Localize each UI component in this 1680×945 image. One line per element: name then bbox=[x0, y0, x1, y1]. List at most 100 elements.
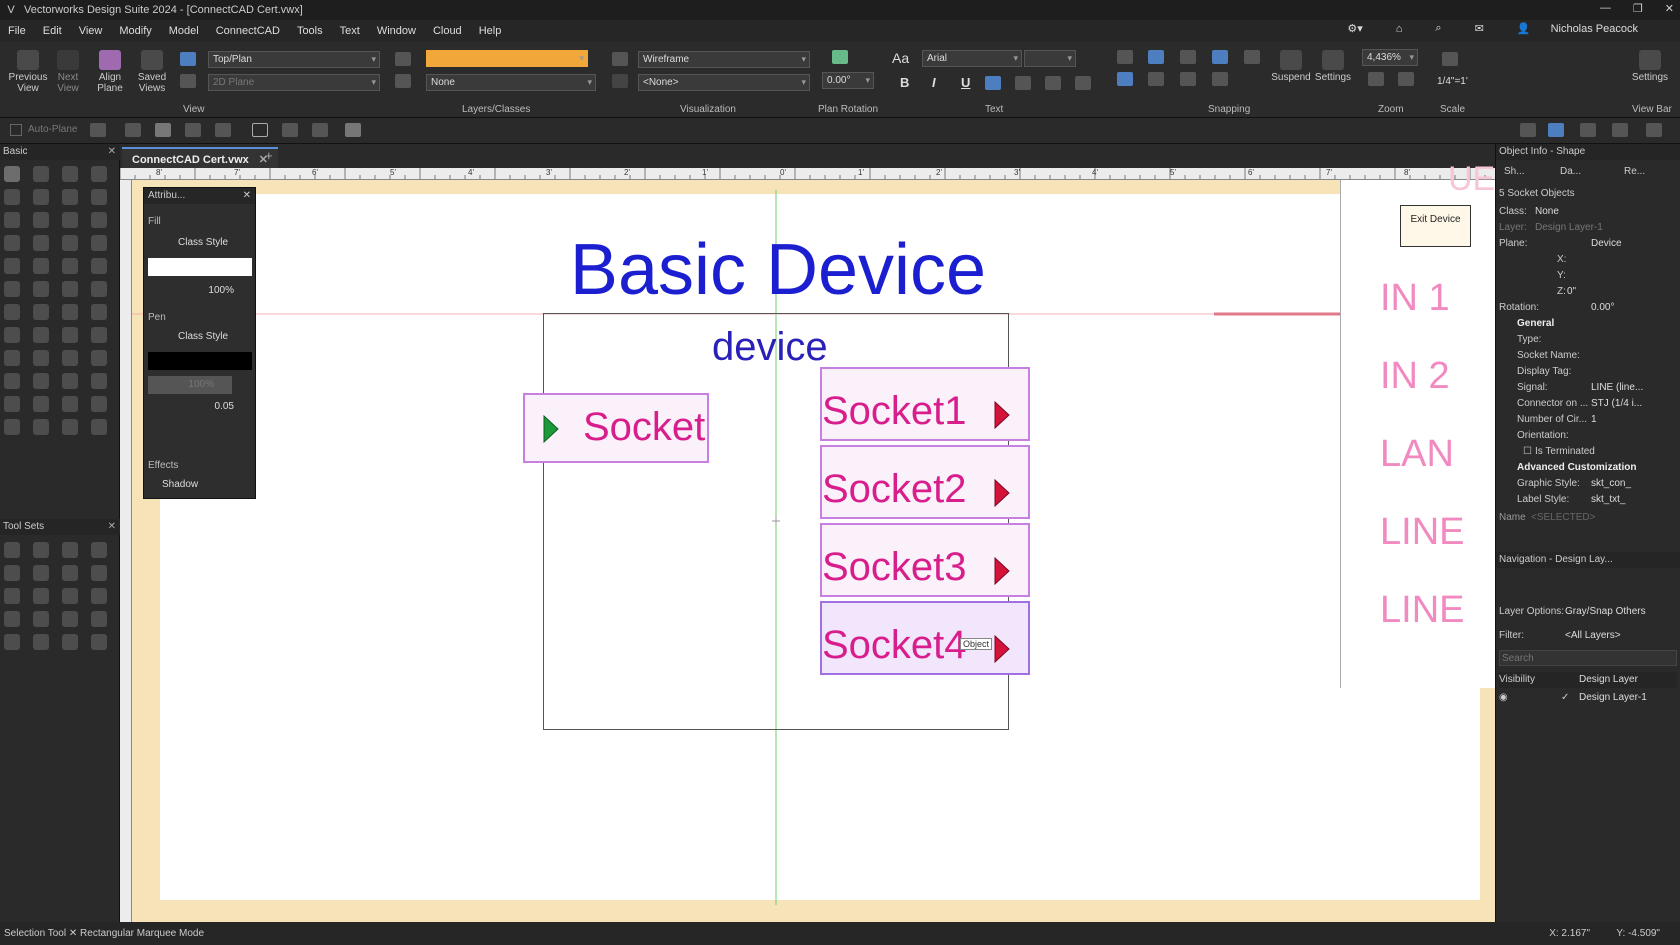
tool-icon[interactable] bbox=[91, 166, 107, 182]
name-field[interactable]: <SELECTED> bbox=[1531, 510, 1595, 526]
tool-icon[interactable] bbox=[91, 396, 107, 412]
signal-select[interactable]: LINE (line... bbox=[1591, 380, 1643, 396]
connector-select[interactable]: STJ (1/4 i... bbox=[1591, 396, 1642, 412]
tool-icon[interactable] bbox=[4, 281, 20, 297]
class-select[interactable]: None bbox=[426, 74, 596, 91]
pen-weight[interactable]: 0.05 bbox=[148, 398, 252, 416]
tool-icon[interactable] bbox=[91, 327, 107, 343]
tool-icon[interactable] bbox=[62, 304, 78, 320]
tool-icon[interactable] bbox=[4, 350, 20, 366]
user-account[interactable]: 👤 Nicholas Peacock bbox=[1517, 22, 1655, 35]
tool-icon[interactable] bbox=[4, 189, 20, 205]
tool-icon[interactable] bbox=[4, 396, 20, 412]
tool-icon[interactable] bbox=[62, 419, 78, 435]
minimize-icon[interactable]: — bbox=[1600, 2, 1611, 15]
close-icon[interactable]: ✕ bbox=[1665, 2, 1674, 15]
view-cube-icon[interactable] bbox=[1612, 123, 1628, 137]
tool-icon[interactable] bbox=[33, 166, 49, 182]
restore-icon[interactable]: ❐ bbox=[1633, 2, 1643, 15]
tool-icon[interactable] bbox=[62, 542, 78, 558]
tool-icon[interactable] bbox=[91, 565, 107, 581]
snap-distance-icon[interactable] bbox=[1244, 50, 1260, 64]
close-icon[interactable]: ✕ bbox=[243, 188, 251, 204]
tool-icon[interactable] bbox=[62, 166, 78, 182]
fill-opacity[interactable]: 100% bbox=[148, 282, 252, 300]
scale-icon[interactable] bbox=[1442, 52, 1458, 66]
align-right-icon[interactable] bbox=[1045, 76, 1061, 90]
tool-icon[interactable] bbox=[33, 304, 49, 320]
selection-mode-3-icon[interactable] bbox=[185, 123, 201, 137]
socket-2[interactable]: Socket2 bbox=[820, 445, 1030, 519]
snap-working-plane-icon[interactable] bbox=[1212, 72, 1228, 86]
tool-icon[interactable] bbox=[33, 542, 49, 558]
justify-icon[interactable] bbox=[1075, 76, 1091, 90]
tool-icon[interactable] bbox=[4, 588, 20, 604]
add-tab-button[interactable]: + bbox=[265, 148, 273, 163]
menu-window[interactable]: Window bbox=[377, 25, 416, 37]
align-center-icon[interactable] bbox=[1015, 76, 1031, 90]
tool-icon[interactable] bbox=[62, 235, 78, 251]
terminated-row[interactable]: ☐ Is Terminated bbox=[1499, 444, 1677, 460]
tool-icon[interactable] bbox=[4, 166, 20, 182]
tool-icon[interactable] bbox=[33, 611, 49, 627]
menu-text[interactable]: Text bbox=[340, 25, 360, 37]
tool-icon[interactable] bbox=[33, 350, 49, 366]
fit-to-window-icon[interactable] bbox=[1368, 72, 1384, 86]
tool-icon[interactable] bbox=[4, 611, 20, 627]
eye-icon[interactable]: ◉ bbox=[1499, 690, 1508, 706]
menu-tools[interactable]: Tools bbox=[297, 25, 323, 37]
layer-select[interactable] bbox=[426, 50, 588, 67]
tool-icon[interactable] bbox=[4, 565, 20, 581]
pen-color-swatch[interactable] bbox=[148, 352, 252, 370]
auto-plane-checkbox[interactable] bbox=[10, 124, 22, 136]
tool-icon[interactable] bbox=[62, 373, 78, 389]
saved-views-button[interactable]: Saved Views bbox=[132, 50, 172, 94]
tool-icon[interactable] bbox=[33, 419, 49, 435]
view-select[interactable]: Top/Plan bbox=[208, 51, 380, 68]
view-crosshair-icon[interactable] bbox=[1520, 123, 1536, 137]
snap-grid-icon[interactable] bbox=[1117, 50, 1133, 64]
tool-icon[interactable] bbox=[62, 327, 78, 343]
exit-device-button[interactable]: Exit Device bbox=[1400, 205, 1471, 247]
tool-icon[interactable] bbox=[91, 350, 107, 366]
pen-style-select[interactable]: Class Style bbox=[148, 328, 252, 346]
font-select[interactable]: Arial bbox=[922, 50, 1022, 67]
selection-options-icon[interactable] bbox=[345, 123, 361, 137]
view-bar-settings-button[interactable]: Settings bbox=[1628, 50, 1672, 83]
layer-search-input[interactable] bbox=[1499, 650, 1677, 666]
tool-icon[interactable] bbox=[33, 235, 49, 251]
tool-icon[interactable] bbox=[62, 258, 78, 274]
tool-icon[interactable] bbox=[33, 189, 49, 205]
polygon-marquee-icon[interactable] bbox=[312, 123, 328, 137]
tool-icon[interactable] bbox=[62, 212, 78, 228]
selection-mode-4-icon[interactable] bbox=[215, 123, 231, 137]
snap-smart-icon[interactable] bbox=[1148, 72, 1164, 86]
tool-icon[interactable] bbox=[91, 235, 107, 251]
layer-options-select[interactable]: Gray/Snap Others bbox=[1565, 604, 1646, 620]
view-settings-icon[interactable] bbox=[1646, 123, 1662, 137]
tool-icon[interactable] bbox=[4, 419, 20, 435]
tool-icon[interactable] bbox=[62, 634, 78, 650]
tool-icon[interactable] bbox=[33, 327, 49, 343]
close-icon[interactable]: ✕ bbox=[108, 144, 116, 160]
tool-icon[interactable] bbox=[62, 611, 78, 627]
tool-icon[interactable] bbox=[62, 189, 78, 205]
italic-button[interactable]: I bbox=[932, 75, 936, 90]
snap-intersection-icon[interactable] bbox=[1212, 50, 1228, 64]
align-plane-button[interactable]: Align Plane bbox=[92, 50, 128, 94]
snap-edge-icon[interactable] bbox=[1180, 72, 1196, 86]
snap-angle-icon[interactable] bbox=[1180, 50, 1196, 64]
tool-icon[interactable] bbox=[91, 634, 107, 650]
line-type-select[interactable] bbox=[148, 422, 252, 440]
pen-opacity[interactable]: 100% bbox=[148, 376, 232, 394]
z-value[interactable]: 0" bbox=[1567, 284, 1576, 300]
font-size-select[interactable] bbox=[1024, 50, 1076, 67]
menu-modify[interactable]: Modify bbox=[119, 25, 151, 37]
tool-icon[interactable] bbox=[91, 281, 107, 297]
tool-icon[interactable] bbox=[91, 189, 107, 205]
close-icon[interactable]: ✕ bbox=[108, 519, 116, 535]
terminated-checkbox[interactable]: ☐ bbox=[1523, 444, 1532, 460]
render-mode-select[interactable]: Wireframe bbox=[638, 51, 810, 68]
tool-icon[interactable] bbox=[91, 304, 107, 320]
tool-icon[interactable] bbox=[91, 611, 107, 627]
